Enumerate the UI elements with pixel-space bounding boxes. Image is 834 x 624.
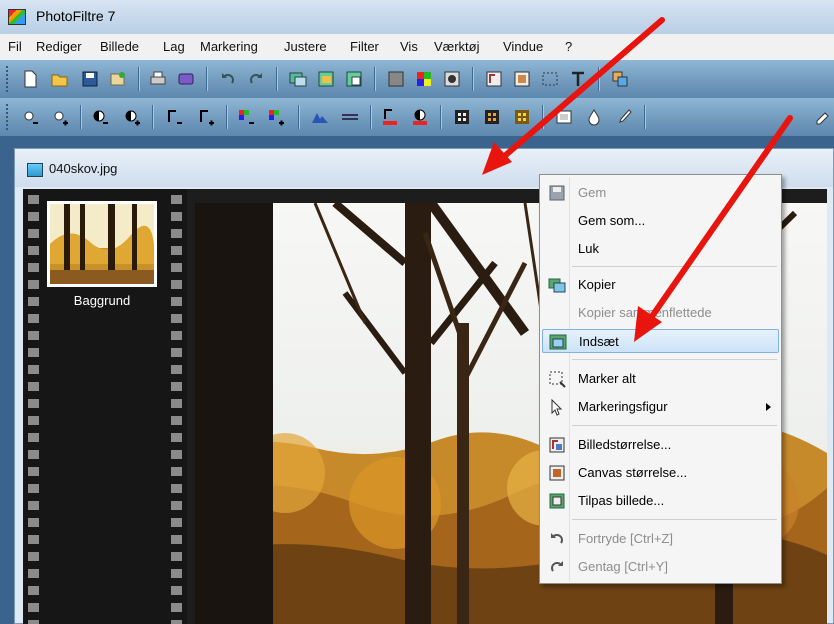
title-bar: PhotoFiltre 7 <box>0 0 834 34</box>
fit-image-icon <box>548 492 566 510</box>
auto-level-icon[interactable] <box>310 107 330 127</box>
contrast-auto-icon[interactable] <box>410 107 430 127</box>
image-size-icon <box>548 436 566 454</box>
photofiltre-window: PhotoFiltre 7 Fil Rediger Billede Lag Ma… <box>0 0 834 624</box>
menu-filter[interactable]: Filter <box>350 39 379 54</box>
paste-icon <box>549 333 567 351</box>
brightness-plus-icon[interactable] <box>50 107 70 127</box>
menu-item-indsaet[interactable]: Indsæt <box>542 329 779 353</box>
filter-blur-icon[interactable] <box>452 107 472 127</box>
menu-billede[interactable]: Billede <box>100 39 139 54</box>
document-title: 040skov.jpg <box>49 161 118 176</box>
window-title: PhotoFiltre 7 <box>36 8 116 24</box>
menu-vis[interactable]: Vis <box>400 39 418 54</box>
menu-item-tilpas-billede[interactable]: Tilpas billede... <box>542 489 779 513</box>
menu-item-kopier[interactable]: Kopier <box>542 273 779 297</box>
saturation-minus-icon[interactable] <box>236 107 256 127</box>
redo-icon <box>548 558 566 576</box>
menu-help[interactable]: ? <box>565 39 572 54</box>
menu-item-gentag[interactable]: Gentag [Ctrl+Y] <box>542 555 779 579</box>
filter-pattern-icon[interactable] <box>512 107 532 127</box>
redo-icon[interactable] <box>246 69 266 89</box>
submenu-arrow-icon <box>766 403 771 411</box>
undo-icon[interactable] <box>218 69 238 89</box>
select-all-icon <box>548 370 566 388</box>
context-menu: Gem Gem som... Luk Kopier Kopier sammenf… <box>539 174 782 584</box>
pointer-icon <box>548 398 566 416</box>
selection-icon[interactable] <box>540 69 560 89</box>
image-size-icon[interactable] <box>484 69 504 89</box>
canvas-size-icon[interactable] <box>512 69 532 89</box>
layer-name: Baggrund <box>73 293 131 308</box>
menu-item-gem-som[interactable]: Gem som... <box>542 209 779 233</box>
copy-icon <box>548 276 566 294</box>
paste-layer-icon[interactable] <box>344 69 364 89</box>
filter-mosaic-icon[interactable] <box>482 107 502 127</box>
contrast-minus-icon[interactable] <box>90 107 110 127</box>
text-icon[interactable] <box>568 69 588 89</box>
menu-item-billedstoerrelse[interactable]: Billedstørrelse... <box>542 433 779 457</box>
film-perforation-left <box>28 195 39 624</box>
open-icon[interactable] <box>50 69 70 89</box>
script-icon[interactable] <box>814 107 834 127</box>
menu-item-marker-alt[interactable]: Marker alt <box>542 367 779 391</box>
menu-rediger[interactable]: Rediger <box>36 39 82 54</box>
saturation-plus-icon[interactable] <box>266 107 286 127</box>
menu-vaerktoej[interactable]: Værktøj <box>434 39 480 54</box>
drop-icon[interactable] <box>584 107 604 127</box>
menu-item-fortryde[interactable]: Fortryde [Ctrl+Z] <box>542 527 779 551</box>
menu-bar: Fil Rediger Billede Lag Markering Juster… <box>0 34 834 61</box>
main-toolbar <box>0 60 834 98</box>
adjust-toolbar <box>0 98 834 136</box>
brightness-minus-icon[interactable] <box>20 107 40 127</box>
menu-item-markeringsfigur[interactable]: Markeringsfigur <box>542 395 779 419</box>
layer-strip: Baggrund <box>23 189 187 624</box>
color-grid-icon[interactable] <box>414 69 434 89</box>
layers-icon[interactable] <box>610 69 630 89</box>
menu-item-canvas-stoerrelse[interactable]: Canvas størrelse... <box>542 461 779 485</box>
copy-image-icon[interactable] <box>288 69 308 89</box>
print-icon[interactable] <box>148 69 168 89</box>
canvas-size-icon <box>548 464 566 482</box>
image-document-icon <box>27 163 43 177</box>
undo-icon <box>548 530 566 548</box>
toolbar-grip-2[interactable] <box>6 104 12 130</box>
gamma-minus-icon[interactable] <box>164 107 184 127</box>
menu-item-gem[interactable]: Gem <box>542 181 779 205</box>
frame-icon[interactable] <box>554 107 574 127</box>
gradient-icon[interactable] <box>386 69 406 89</box>
export-icon[interactable] <box>176 69 196 89</box>
menu-item-kopier-sammenflettede[interactable]: Kopier sammenflettede <box>542 301 779 325</box>
save-icon <box>548 184 566 202</box>
menu-markering[interactable]: Markering <box>200 39 258 54</box>
brush-icon[interactable] <box>614 107 634 127</box>
film-perforation-right <box>171 195 182 624</box>
toolbar-grip[interactable] <box>6 66 12 92</box>
scan-icon[interactable] <box>108 69 128 89</box>
layer-thumbnail-baggrund[interactable] <box>47 201 157 287</box>
gamma-plus-icon[interactable] <box>196 107 216 127</box>
menu-item-luk[interactable]: Luk <box>542 237 779 261</box>
gamma-auto-icon[interactable] <box>380 107 400 127</box>
contrast-plus-icon[interactable] <box>122 107 142 127</box>
menu-vindue[interactable]: Vindue <box>503 39 543 54</box>
photofiltre-logo-icon <box>8 9 26 25</box>
mask-icon[interactable] <box>442 69 462 89</box>
menu-lag[interactable]: Lag <box>163 39 185 54</box>
new-icon[interactable] <box>20 69 40 89</box>
save-icon[interactable] <box>80 69 100 89</box>
menu-fil[interactable]: Fil <box>8 39 22 54</box>
histogram-icon[interactable] <box>340 107 360 127</box>
menu-justere[interactable]: Justere <box>284 39 327 54</box>
paste-image-icon[interactable] <box>316 69 336 89</box>
